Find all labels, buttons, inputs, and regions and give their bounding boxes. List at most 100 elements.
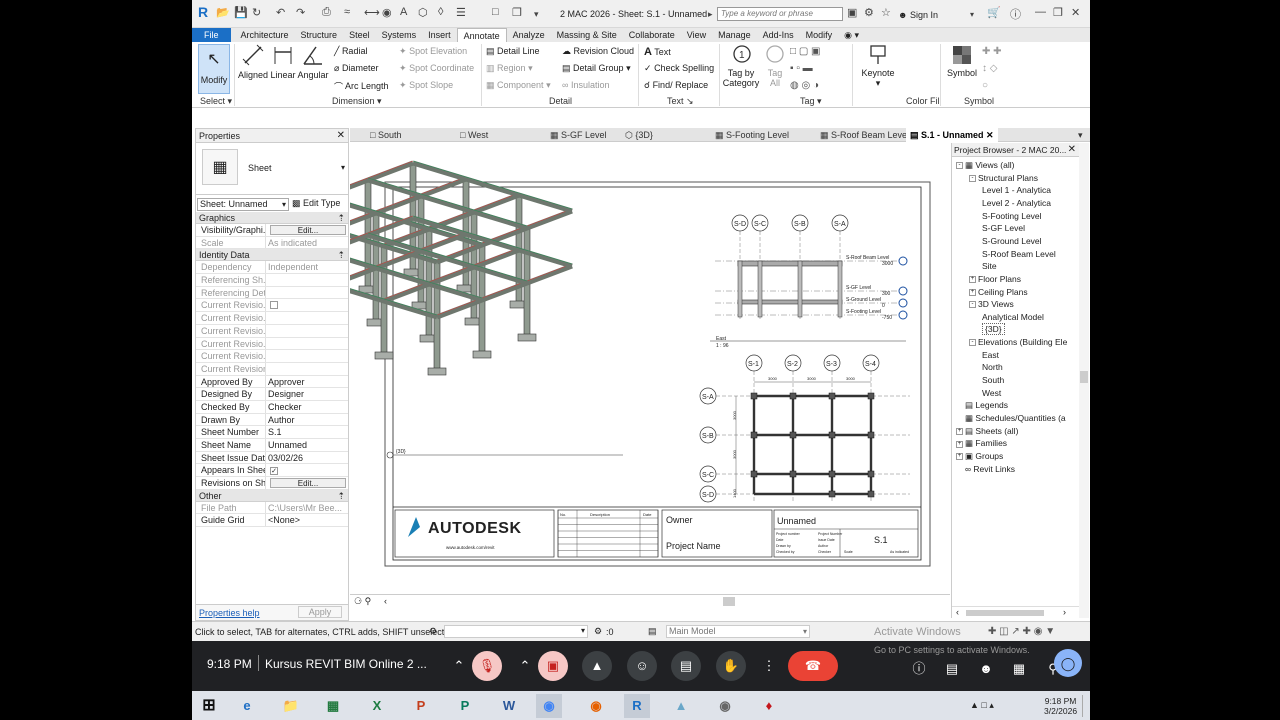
3d-view-icon[interactable]: ⬡	[418, 6, 428, 19]
measure-icon[interactable]: ≈	[344, 6, 350, 18]
text-icon[interactable]: A	[400, 6, 407, 18]
browser-scroll-thumb[interactable]	[966, 610, 1044, 616]
angular-dimension-button[interactable]: Angular	[296, 44, 330, 80]
property-row[interactable]: Revisions on Sh... Edit...	[196, 477, 348, 490]
mic-off-icon[interactable]: 🎙	[472, 651, 502, 681]
more-options-icon[interactable]: ⋮	[754, 651, 784, 681]
browser-item[interactable]: North	[982, 362, 1003, 372]
store-icon[interactable]: ▦	[320, 694, 346, 718]
ribbon-tab-view[interactable]: View	[681, 28, 712, 42]
workset-select[interactable]: ▾	[444, 625, 588, 638]
firefox-icon[interactable]: ◉	[583, 694, 609, 718]
property-row[interactable]: Current Revisio...	[196, 337, 348, 351]
browser-item[interactable]: + ▦ Families	[956, 438, 1007, 449]
browser-vscroll[interactable]	[1079, 143, 1089, 618]
ribbon-tab-steel[interactable]: Steel	[343, 28, 376, 42]
property-row[interactable]: Current Revisio...	[196, 324, 348, 338]
publisher-icon[interactable]: P	[452, 694, 478, 718]
emoji-icon[interactable]: ☺	[627, 651, 657, 681]
modify-button[interactable]: ↖ Modify	[198, 44, 230, 94]
property-row[interactable]: Appears In Shee... ✓	[196, 464, 348, 478]
subscription-icon[interactable]: ⚙	[864, 6, 874, 19]
browser-item[interactable]: Analytical Model	[982, 312, 1044, 322]
property-row[interactable]: Current Revisio...	[196, 350, 348, 363]
linear-dimension-button[interactable]: Linear	[268, 44, 298, 80]
browser-item[interactable]: ▤ Legends	[956, 400, 1008, 411]
browser-item[interactable]: Site	[982, 261, 997, 271]
sign-in-button[interactable]: ☻ Sign In	[898, 10, 938, 20]
property-row[interactable]: Approved By Approver	[196, 375, 348, 389]
view-tab-s-1-unnamed[interactable]: ▤ S.1 - Unnamed ✕	[906, 128, 998, 142]
undo-icon[interactable]: ↶	[276, 6, 285, 19]
spot-coordinate-button[interactable]: ✦ Spot Coordinate	[399, 63, 474, 74]
dimension-icon[interactable]: ⟷	[364, 6, 380, 19]
type-selector[interactable]: ▦ Sheet ▾	[196, 143, 348, 195]
end-call-icon[interactable]: ☎	[788, 651, 838, 681]
browser-item[interactable]: S-GF Level	[982, 223, 1025, 233]
model-select[interactable]: Main Model ▾	[666, 625, 810, 638]
ribbon-tab-analyze[interactable]: Analyze	[507, 28, 551, 42]
insulation-button[interactable]: ∞ Insulation	[562, 80, 609, 90]
view-tab-west[interactable]: □ West	[460, 128, 488, 142]
expand-icon[interactable]: +	[956, 427, 963, 435]
browser-item[interactable]: {3D}	[982, 323, 1005, 336]
properties-help-link[interactable]: Properties help	[199, 608, 260, 618]
property-row[interactable]: Referencing Det...	[196, 286, 348, 300]
status-tools-icons[interactable]: ✚ ◫ ↗ ✚ ◉ ▼	[988, 626, 1055, 637]
expand-icon[interactable]: +	[969, 276, 976, 284]
close-icon[interactable]: ✕	[1071, 6, 1080, 19]
checkbox[interactable]	[270, 301, 278, 310]
detail-group-button[interactable]: ▤ Detail Group ▾	[562, 63, 631, 74]
revit-taskbar-icon[interactable]: R	[624, 694, 650, 718]
property-row[interactable]: Sheet Name Unnamed	[196, 439, 348, 452]
browser-scroll-right-icon[interactable]: ›	[1063, 607, 1066, 617]
property-row[interactable]: Current Revisio...	[196, 312, 348, 325]
start-icon[interactable]: ⊞	[196, 694, 222, 718]
detail-line-button[interactable]: ▤ Detail Line	[486, 46, 540, 57]
close-tab-icon[interactable]: ✕	[984, 130, 994, 140]
group-select-label[interactable]: Select ▾	[200, 96, 232, 107]
browser-item[interactable]: Level 2 - Analytica	[982, 198, 1051, 208]
sign-in-dropdown-icon[interactable]: ▾	[970, 10, 974, 19]
spot-slope-button[interactable]: ✦ Spot Slope	[399, 80, 453, 91]
cart-icon[interactable]: 🛒	[987, 6, 1001, 19]
group-dimension-label[interactable]: Dimension ▾	[332, 96, 382, 107]
ribbon-tab-modify[interactable]: Modify	[800, 28, 839, 42]
property-row[interactable]: Guide Grid <None>	[196, 514, 348, 528]
tag-tools-row-3[interactable]: ◍ ◎ ◑	[790, 80, 819, 91]
revit-logo-icon[interactable]: R	[198, 4, 208, 20]
symbol-button[interactable]: Symbol	[944, 44, 980, 78]
browser-item[interactable]: Level 1 - Analytica	[982, 185, 1051, 195]
property-value[interactable]: Approver	[266, 376, 348, 388]
restore-icon[interactable]: ❐	[1053, 6, 1063, 19]
taskbar-clock[interactable]: 9:18 PM 3/2/2026	[1044, 696, 1077, 716]
open-icon[interactable]: 📂	[216, 6, 230, 19]
browser-item[interactable]: South	[982, 375, 1004, 385]
save-icon[interactable]: 💾	[234, 6, 248, 19]
property-row[interactable]: Drawn By Author	[196, 413, 348, 427]
expand-icon[interactable]: +	[956, 453, 963, 461]
chat-icon[interactable]: ▤	[937, 654, 967, 684]
help-search-input[interactable]: Type a keyword or phrase	[717, 7, 843, 21]
switch-windows-icon[interactable]: ❐	[512, 6, 522, 19]
property-row[interactable]: Checked By Checker	[196, 400, 348, 414]
sync-icon[interactable]: ↻	[252, 6, 261, 19]
browser-item[interactable]: + Ceiling Plans	[969, 287, 1028, 297]
binoculars-icon[interactable]: ▣	[847, 6, 857, 19]
activities-icon[interactable]: ▦	[1004, 654, 1034, 684]
print-icon[interactable]: ⎙	[322, 6, 331, 19]
tag-tools-row-2[interactable]: ▪ ▫ ▬	[790, 63, 813, 74]
view-tab-s-roof-beam-level[interactable]: ▦ S-Roof Beam Level	[820, 128, 909, 142]
browser-close-icon[interactable]: ✕	[1067, 144, 1076, 155]
canvas-scrollbar[interactable]: ⚆ ⚲ ‹	[350, 594, 950, 608]
help-icon[interactable]: ⓘ	[1010, 6, 1021, 22]
edit-button[interactable]: Edit...	[270, 225, 346, 235]
thin-lines-icon[interactable]: ☰	[456, 6, 466, 19]
property-row[interactable]: File Path C:\Users\Mr Bee...	[196, 501, 348, 515]
section-icon[interactable]: ◊	[438, 6, 443, 18]
browser-item[interactable]: + ▣ Groups	[956, 451, 1003, 462]
region-button[interactable]: ▥ Region ▾	[486, 63, 533, 74]
view-tab--3d-[interactable]: ⬡ {3D}	[625, 128, 653, 142]
group-tag-label[interactable]: Tag ▾	[800, 96, 822, 107]
browser-item[interactable]: S-Ground Level	[982, 236, 1042, 246]
